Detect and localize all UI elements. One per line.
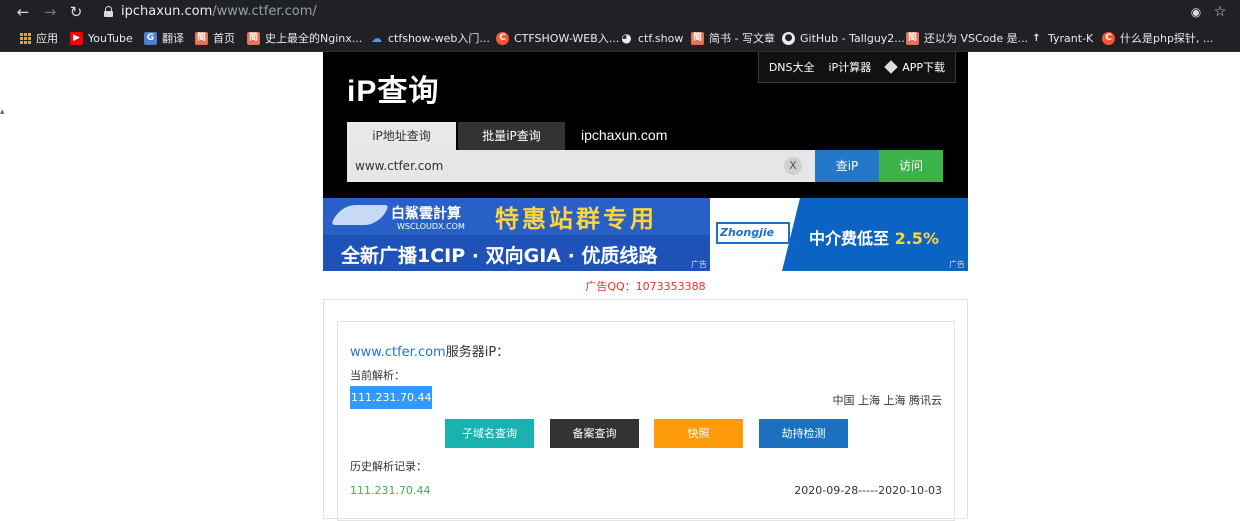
translate-page-icon[interactable]: ◉ — [1187, 3, 1205, 21]
jianshu-icon: 简 — [195, 31, 208, 45]
globe-icon: ◕ — [621, 30, 632, 45]
site-logo[interactable]: iP查询 — [347, 66, 439, 110]
tab-ip-lookup[interactable]: iP地址查询 — [347, 122, 456, 151]
csdn-icon: C — [1102, 31, 1115, 45]
bookmark-ctf-show[interactable]: ◕ ctf.show — [620, 30, 683, 46]
jianshu-icon: 简 — [691, 31, 704, 45]
search-input[interactable] — [347, 150, 815, 182]
dns-link[interactable]: DNS大全 — [769, 59, 815, 75]
bookmark-github[interactable]: ● GitHub - Tallguy2... — [782, 30, 905, 46]
history-label: 历史解析记录： — [350, 460, 427, 473]
bookmark-php-probe[interactable]: C 什么是php探针, ... — [1102, 30, 1213, 46]
bookmark-ctfshow-web[interactable]: ☁ ctfshow-web入门... — [370, 30, 490, 46]
person-icon: ↑ — [1032, 32, 1041, 44]
ad-right-text: 中介费低至 2.5% — [809, 229, 939, 248]
app-download-link[interactable]: APP下载 — [884, 59, 945, 75]
result-card: www.ctfer.com服务器iP： 当前解析： 111.231.70.44 … — [337, 321, 955, 521]
current-resolution-label: 当前解析： — [350, 369, 405, 382]
clear-search-button[interactable]: X — [784, 157, 802, 175]
reload-icon[interactable]: ↻ — [67, 3, 85, 21]
cloud-icon: ☁ — [371, 31, 382, 45]
ad-banner-zhongjie[interactable]: Zhongjie 中介费低至 2.5% 广告 — [710, 198, 968, 271]
ad-right-pct: 2.5% — [894, 229, 939, 248]
tab-batch-ip[interactable]: 批量iP查询 — [458, 122, 565, 151]
hijack-check-button[interactable]: 劫持检测 — [759, 419, 848, 448]
current-ip-value[interactable]: 111.231.70.44 — [350, 386, 433, 409]
cube-icon — [884, 60, 898, 74]
ip-calculator-link[interactable]: iP计算器 — [829, 59, 872, 75]
ad-banner-wscloudx[interactable]: 白鯊雲計算 WSCLOUDX.COM 特惠站群专用 全新广播1CIP · 双向G… — [323, 198, 710, 271]
ad-tag: 广告 — [691, 260, 707, 269]
bookmark-nginx[interactable]: 简史上最全的Nginx... — [247, 30, 362, 46]
jianshu-icon: 简 — [906, 31, 919, 45]
bookmarks-bar: 应用 ▶ YouTube G 翻译 简首页 简史上最全的Nginx... ☁ ctfs… — [0, 24, 1240, 52]
ad-headline: 特惠站群专用 — [495, 205, 657, 233]
csdn-icon: C — [496, 31, 509, 45]
github-icon: ● — [782, 31, 795, 45]
bookmark-jianshu-write[interactable]: 简简书 - 写文章 — [691, 30, 775, 46]
ad-subline: 全新广播1CIP · 双向GIA · 优质线路 — [341, 245, 658, 267]
lock-icon[interactable] — [104, 6, 113, 17]
back-arrow-icon[interactable]: ← — [14, 3, 32, 21]
site-domain-label: ipchaxun.com — [581, 127, 668, 143]
bookmark-home[interactable]: 简首页 — [195, 30, 235, 46]
result-panel: www.ctfer.com服务器iP： 当前解析： 111.231.70.44 … — [323, 299, 968, 521]
scroll-marker: ▴ — [0, 107, 5, 117]
bookmark-ctfshow-csdn[interactable]: C CTFSHOW-WEB入... — [496, 30, 619, 46]
url-path: /www.ctfer.com/ — [212, 4, 317, 19]
ad-brand-url: WSCLOUDX.COM — [397, 222, 465, 231]
snapshot-button[interactable]: 快照 — [654, 419, 743, 448]
url-host: ipchaxun.com — [121, 4, 213, 19]
ad-brand: 白鯊雲計算 WSCLOUDX.COM — [331, 201, 471, 233]
result-domain-link[interactable]: www.ctfer.com — [350, 345, 446, 360]
header-links: DNS大全 iP计算器 APP下载 — [757, 52, 956, 83]
address-bar[interactable]: ipchaxun.com/www.ctfer.com/ — [121, 4, 317, 20]
page-content: ▴ DNS大全 iP计算器 APP下载 iP查询 iP地址查询 批量iP查询 i… — [0, 52, 1240, 521]
ad-brand-name: 白鯊雲計算 — [391, 206, 461, 222]
search-row: X 查iP 访问 — [347, 150, 943, 182]
star-bookmark-icon[interactable]: ☆ — [1211, 3, 1229, 21]
site-header: DNS大全 iP计算器 APP下载 iP查询 iP地址查询 批量iP查询 ipc… — [323, 52, 968, 198]
browser-toolbar: ← → ↻ ipchaxun.com/www.ctfer.com/ ◉ ☆ — [0, 0, 1240, 24]
jianshu-icon: 简 — [247, 31, 260, 45]
visit-button[interactable]: 访问 — [879, 150, 943, 182]
icp-query-button[interactable]: 备案查询 — [550, 419, 639, 448]
zhongjie-logo-icon: Zhongjie — [716, 222, 790, 244]
subdomain-query-button[interactable]: 子域名查询 — [445, 419, 534, 448]
bookmark-translate[interactable]: G 翻译 — [144, 30, 184, 46]
bookmark-apps[interactable]: 应用 — [20, 30, 58, 46]
ad-qq-contact: 广告QQ：1073353388 — [585, 280, 706, 293]
apps-grid-icon — [20, 32, 31, 44]
history-date-range: 2020-09-28-----2020-10-03 — [794, 484, 942, 497]
youtube-icon: ▶ — [70, 31, 83, 45]
bookmark-vscode[interactable]: 简还以为 VSCode 是... — [906, 30, 1028, 46]
forward-arrow-icon[interactable]: → — [41, 3, 59, 21]
bookmark-youtube[interactable]: ▶ YouTube — [70, 30, 133, 46]
query-ip-button[interactable]: 查iP — [815, 150, 879, 182]
server-ip-title: www.ctfer.com服务器iP： — [350, 345, 510, 360]
ad-tag: 广告 — [949, 260, 965, 269]
shark-logo-icon — [331, 205, 389, 225]
translate-icon: G — [144, 31, 157, 45]
history-ip-link[interactable]: 111.231.70.44 — [350, 484, 430, 497]
bookmark-tyrant-k[interactable]: ↑ Tyrant-K — [1030, 30, 1093, 46]
ip-location: 中国 上海 上海 腾讯云 — [832, 394, 943, 407]
